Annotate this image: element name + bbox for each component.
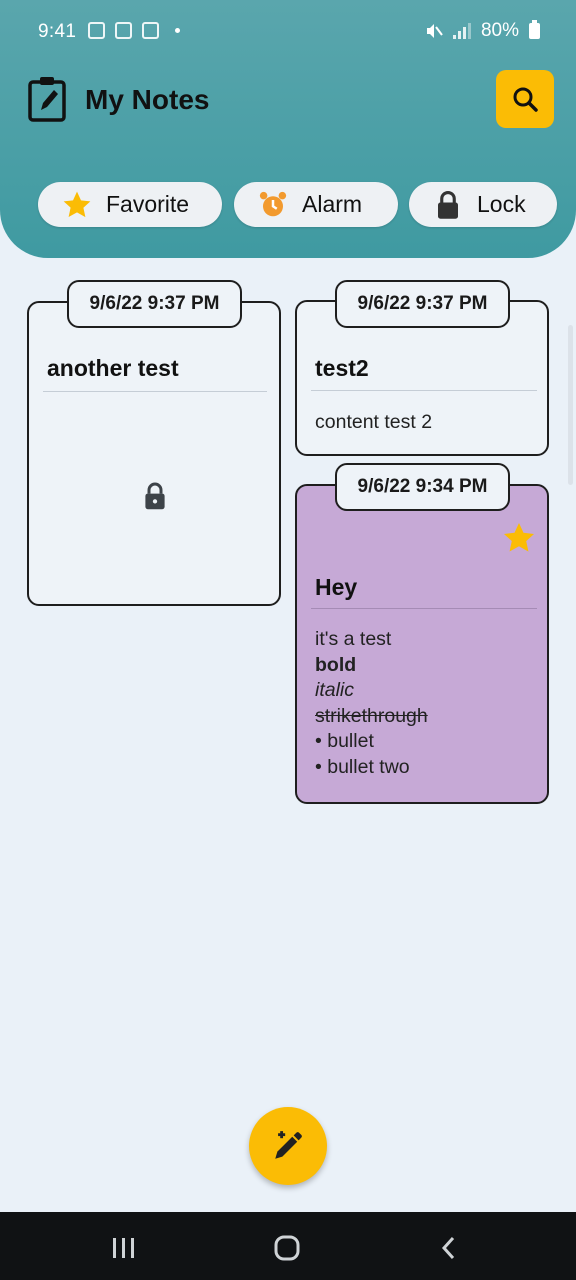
divider <box>311 390 537 391</box>
screenshot-notification-icon <box>88 22 105 39</box>
home-button[interactable] <box>267 1234 307 1262</box>
status-right: 80% <box>425 20 540 42</box>
back-button[interactable] <box>429 1234 469 1262</box>
scrollbar[interactable] <box>568 325 573 485</box>
note-title: another test <box>47 355 179 381</box>
system-nav-bar <box>0 1212 576 1280</box>
new-note-pencil-icon <box>275 1131 302 1159</box>
page-title: My Notes <box>85 84 210 115</box>
notification-icons <box>88 22 180 39</box>
content-line-strikethrough: strikethrough <box>315 704 428 727</box>
divider <box>311 608 537 609</box>
new-note-button[interactable] <box>249 1107 327 1185</box>
content-line-bold: bold <box>315 653 357 676</box>
chip-label: Alarm <box>302 191 363 217</box>
recents-icon <box>113 1238 134 1258</box>
more-notifications-icon <box>175 28 180 33</box>
notepad-icon <box>28 77 66 122</box>
recents-button[interactable] <box>104 1234 144 1262</box>
note-date: 9/6/22 9:34 PM <box>335 463 510 511</box>
filter-alarm-chip[interactable]: Alarm <box>234 182 398 227</box>
app-header: 9:41 80% My Notes Favorite Alarm Lock <box>0 0 576 258</box>
content-line-bullet: • bullet <box>315 730 374 752</box>
note-card-hey[interactable]: Hey it's a test bold italic strikethroug… <box>295 484 549 804</box>
search-button[interactable] <box>496 70 554 128</box>
note-date: 9/6/22 9:37 PM <box>335 280 510 328</box>
lock-icon <box>431 188 465 222</box>
note-content: it's a test bold italic strikethrough • … <box>315 627 428 780</box>
chip-label: Favorite <box>106 191 190 217</box>
content-line: it's a test <box>315 628 392 650</box>
battery-icon <box>529 20 540 39</box>
status-time: 9:41 <box>38 21 77 42</box>
note-content: content test 2 <box>315 411 433 433</box>
battery-percent: 80% <box>480 20 519 41</box>
mute-icon <box>426 24 443 38</box>
search-icon <box>513 87 538 112</box>
note-title: Hey <box>315 574 358 600</box>
filter-lock-chip[interactable]: Lock <box>409 182 557 227</box>
home-icon <box>274 1235 300 1261</box>
scan-notification-icon <box>142 22 159 39</box>
note-title: test2 <box>315 355 369 381</box>
back-icon <box>441 1236 455 1260</box>
star-icon <box>60 188 94 222</box>
alarm-clock-icon <box>256 188 290 222</box>
filter-favorite-chip[interactable]: Favorite <box>38 182 222 227</box>
content-line-italic: italic <box>315 679 355 701</box>
note-card-another-test[interactable]: another test <box>27 301 281 606</box>
gallery-notification-icon <box>115 22 132 39</box>
chip-label: Lock <box>477 191 526 217</box>
content-line-bullet: • bullet two <box>315 755 410 778</box>
status-bar: 9:41 80% <box>0 0 576 64</box>
divider <box>43 391 267 392</box>
signal-icon <box>452 23 471 39</box>
star-icon <box>504 523 534 552</box>
lock-icon <box>145 482 165 510</box>
note-date: 9/6/22 9:37 PM <box>67 280 242 328</box>
